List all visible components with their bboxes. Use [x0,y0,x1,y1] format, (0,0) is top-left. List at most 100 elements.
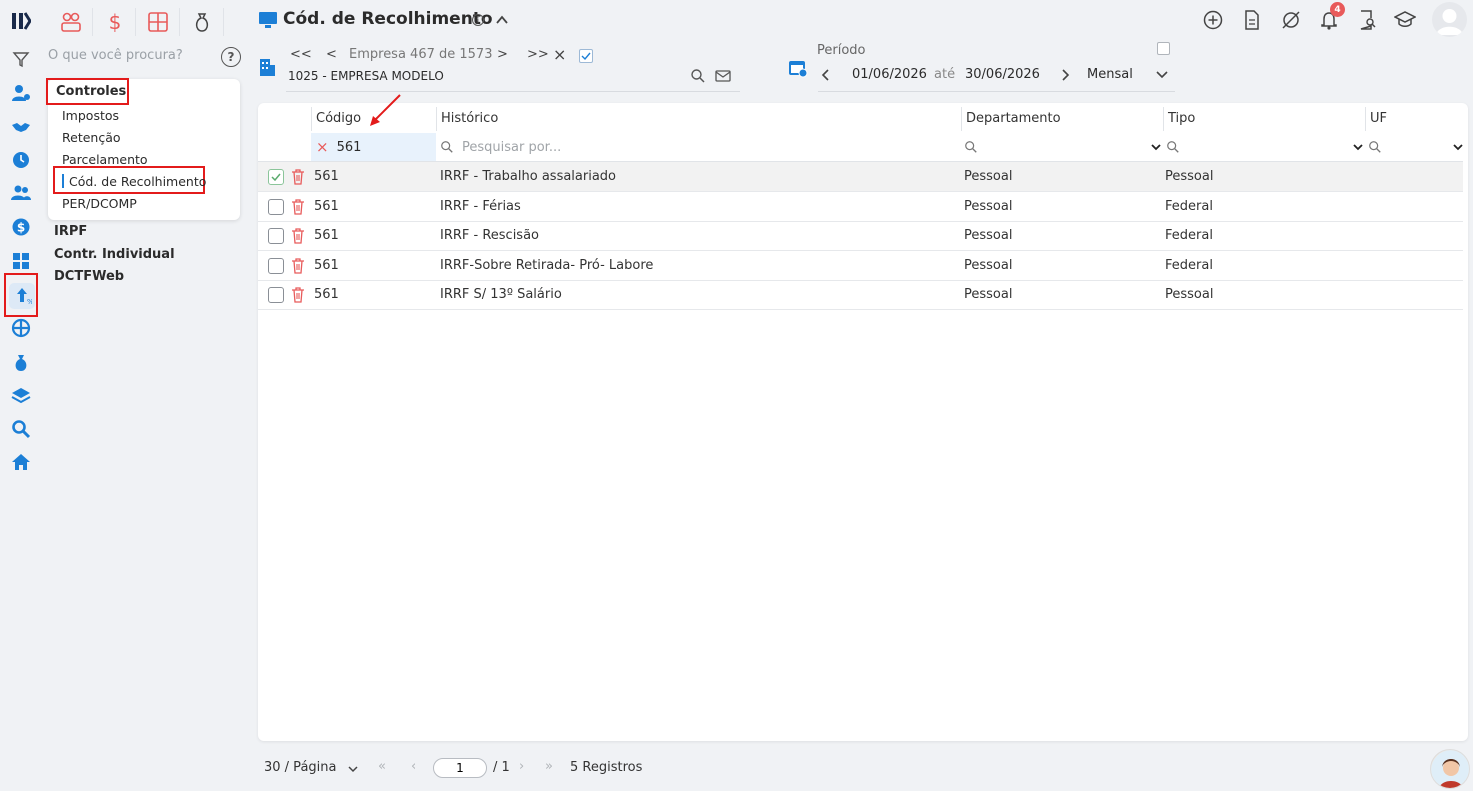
column-header-departamento[interactable]: Departamento [966,111,1061,126]
empresa-prev-button[interactable]: < [326,47,337,62]
periodo-end-date[interactable]: 30/06/2026 [965,67,1040,82]
handshake-icon[interactable] [8,114,34,140]
sidebar-search-input[interactable]: O que você procura? [48,48,198,66]
tools-icon[interactable] [1279,8,1303,32]
money-module-icon[interactable] [188,8,216,36]
sidebar-group-contr-individual[interactable]: Contr. Individual [54,247,175,262]
empresa-checkbox[interactable] [579,49,593,63]
sidebar-group-irpf[interactable]: IRPF [54,224,87,239]
column-header-tipo[interactable]: Tipo [1168,111,1195,126]
column-header-uf[interactable]: UF [1370,111,1387,126]
empresa-clear-button[interactable]: × [553,45,566,64]
next-page-icon[interactable]: › [519,759,524,774]
table-row[interactable]: 561 IRRF - Trabalho assalariado Pessoal … [258,162,1463,192]
empresa-next-button[interactable]: > [497,47,508,62]
row-checkbox[interactable] [268,228,284,244]
periodo-start-date[interactable]: 01/06/2026 [852,67,927,82]
network-icon[interactable] [8,315,34,341]
periodo-mode-select[interactable]: Mensal [1087,67,1133,82]
table-row[interactable]: 561 IRRF - Férias Pessoal Federal [258,192,1463,222]
periodo-checkbox[interactable] [1157,42,1170,55]
delete-icon[interactable] [291,257,305,275]
cell-historico: IRRF - Férias [440,199,521,214]
column-header-codigo[interactable]: Código [316,111,361,126]
users-icon[interactable] [8,180,34,206]
delete-icon[interactable] [291,286,305,304]
cell-codigo: 561 [314,199,339,214]
row-checkbox[interactable] [268,199,284,215]
user-avatar[interactable] [1432,2,1467,37]
sidebar-group-dctfweb[interactable]: DCTFWeb [54,269,124,284]
home-icon[interactable] [8,449,34,475]
page-size-select[interactable]: 30 / Página [264,760,336,775]
empresa-position-label: Empresa 467 de 1573 [349,47,493,62]
graduation-cap-icon[interactable] [1393,8,1417,32]
document-icon[interactable] [1240,8,1264,32]
empresa-last-button[interactable]: >> [527,47,549,62]
submenu-item-parcelamento[interactable]: Parcelamento [62,152,148,167]
dollar-icon[interactable]: $ [8,214,34,240]
submenu-item-impostos[interactable]: Impostos [62,108,119,123]
controles-submenu: Controles Impostos Retenção Parcelamento… [46,78,240,220]
table-row[interactable]: 561 IRRF S/ 13º Salário Pessoal Pessoal [258,280,1463,310]
empresa-name[interactable]: 1025 - EMPRESA MODELO [288,69,444,83]
people-module-icon[interactable] [57,8,85,36]
cell-codigo: 561 [314,228,339,243]
filter-icon[interactable] [8,46,34,72]
assistant-avatar[interactable] [1430,749,1470,789]
row-checkbox[interactable] [268,258,284,274]
page-number-input[interactable] [433,758,487,778]
tipo-filter[interactable] [1166,133,1364,161]
cell-departamento: Pessoal [964,287,1013,302]
historico-filter[interactable]: Pesquisar por... [440,133,960,161]
delete-icon[interactable] [291,227,305,245]
delete-icon[interactable] [291,168,305,186]
last-page-icon[interactable]: » [545,759,553,774]
calculator-icon[interactable] [8,248,34,274]
table-row[interactable]: 561 IRRF-Sobre Retirada- Pró- Labore Pes… [258,251,1463,281]
empresa-first-button[interactable]: << [290,47,312,62]
report-search-icon[interactable] [1355,8,1379,32]
delete-icon[interactable] [291,198,305,216]
periodo-next-icon[interactable] [1058,66,1072,88]
clear-filter-icon[interactable]: × [316,138,329,156]
codigo-filter[interactable]: × 561 [311,133,436,161]
submenu-heading[interactable]: Controles [56,84,126,99]
user-settings-icon[interactable] [8,80,34,106]
empresa-search-icon[interactable] [690,68,706,88]
cell-tipo: Federal [1165,199,1213,214]
calc-module-icon[interactable] [144,8,172,36]
module-separator [135,8,136,36]
submenu-item-retencao[interactable]: Retenção [62,130,121,145]
departamento-search-icon [965,141,977,153]
uf-filter[interactable] [1368,133,1464,161]
chevron-down-icon[interactable] [1150,141,1162,153]
search-rail-icon[interactable] [8,416,34,442]
submenu-item-perdcomp[interactable]: PER/DCOMP [62,196,137,211]
help-icon[interactable]: ? [221,47,241,67]
tax-upload-icon[interactable]: % [9,283,35,309]
clock-icon[interactable] [8,147,34,173]
chevron-up-icon[interactable] [494,12,510,32]
prev-page-icon[interactable]: ‹ [411,759,416,774]
layers-icon[interactable] [8,382,34,408]
periodo-mode-chevron-icon[interactable] [1154,68,1170,86]
chevron-down-icon[interactable] [1352,141,1364,153]
departamento-filter[interactable] [964,133,1162,161]
row-checkbox[interactable] [268,169,284,185]
cell-tipo: Federal [1165,228,1213,243]
table-row[interactable]: 561 IRRF - Rescisão Pessoal Federal [258,221,1463,251]
logo-icon[interactable] [8,8,34,34]
chevron-down-icon[interactable] [1452,141,1464,153]
first-page-icon[interactable]: « [378,759,386,774]
row-checkbox[interactable] [268,287,284,303]
money-bag-icon[interactable] [8,350,34,376]
page-size-chevron-icon[interactable] [347,763,359,775]
finance-module-icon[interactable]: $ [101,8,129,36]
submenu-item-cod-recolhimento[interactable]: Cód. de Recolhimento [69,174,206,189]
info-icon[interactable]: i [472,14,484,26]
empresa-mail-icon[interactable] [715,69,731,87]
column-header-historico[interactable]: Histórico [441,111,498,126]
add-circle-icon[interactable] [1201,8,1225,32]
periodo-prev-icon[interactable] [819,66,833,88]
